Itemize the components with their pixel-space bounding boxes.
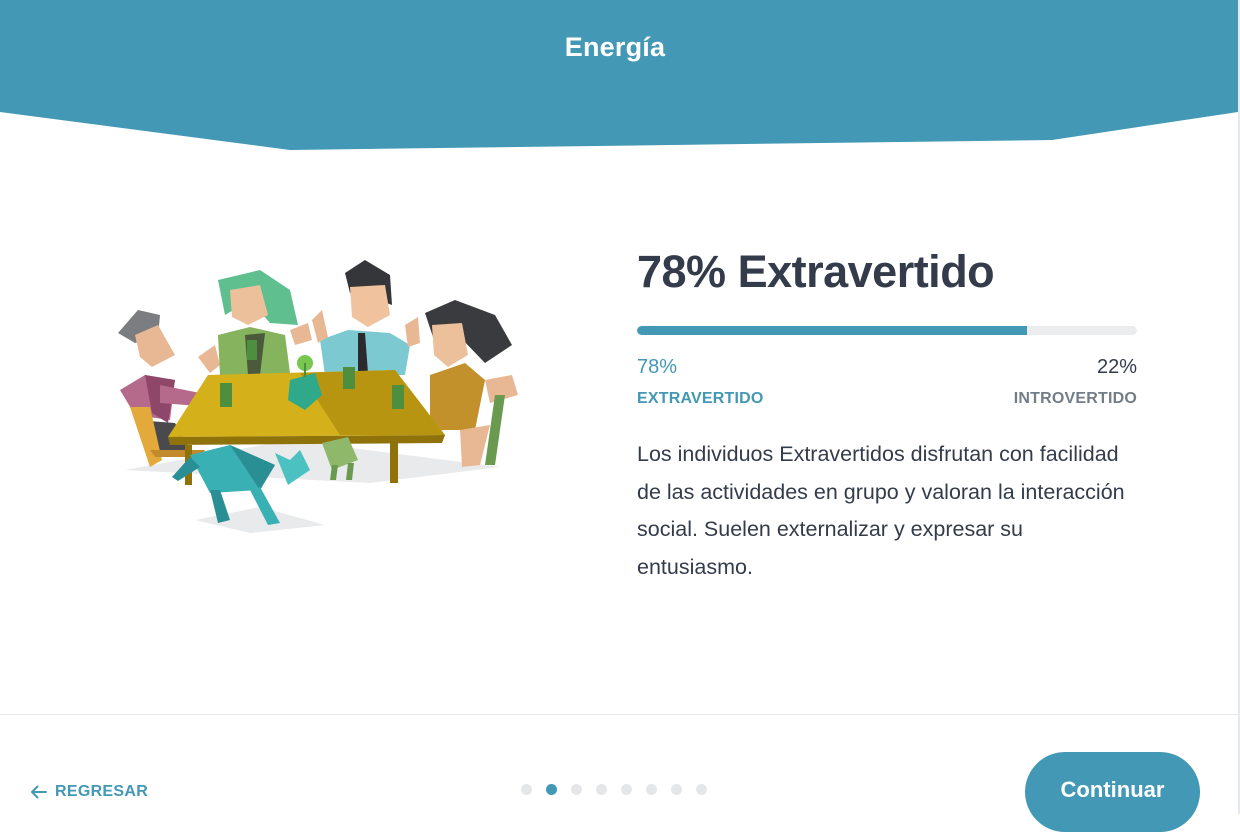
page-dot[interactable] xyxy=(546,784,557,795)
continue-button[interactable]: Continuar xyxy=(1025,752,1200,832)
people-at-table-illustration xyxy=(118,260,518,533)
page-dot[interactable] xyxy=(571,784,582,795)
page-dot[interactable] xyxy=(696,784,707,795)
trait-progress-fill xyxy=(637,326,1027,335)
arrow-left-icon xyxy=(31,785,47,799)
page-dot[interactable] xyxy=(596,784,607,795)
introvert-percent: 22% xyxy=(1096,356,1137,378)
page-dot[interactable] xyxy=(646,784,657,795)
page-dot[interactable] xyxy=(521,784,532,795)
back-button-label: REGRESAR xyxy=(55,783,149,800)
page-dot[interactable] xyxy=(621,784,632,795)
introvert-label: INTROVERTIDO xyxy=(1013,390,1137,407)
back-button[interactable]: REGRESAR xyxy=(30,779,148,805)
result-panel: 78% Extravertido 78% 22% EXTRAVERTIDO IN… xyxy=(637,244,1137,579)
page-dot[interactable] xyxy=(671,784,682,795)
page-title: Energía xyxy=(564,32,666,62)
extravert-percent: 78% xyxy=(637,356,678,378)
trait-progress-bar xyxy=(637,326,1137,335)
header-banner xyxy=(0,0,1238,150)
page-indicator xyxy=(521,784,721,795)
result-heading: 78% Extravertido xyxy=(637,246,995,297)
trait-description: Los individuos Extravertidos disfrutan c… xyxy=(637,442,1125,579)
extravert-label: EXTRAVERTIDO xyxy=(637,390,764,407)
footer-divider xyxy=(0,714,1238,715)
